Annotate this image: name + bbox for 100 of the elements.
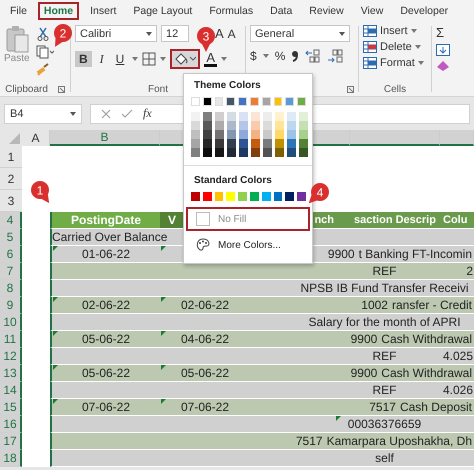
row-number[interactable]: 5 <box>0 229 22 246</box>
row-number[interactable]: 2 <box>0 168 22 190</box>
ribbon-tab[interactable]: Developer <box>394 2 454 20</box>
color-swatch[interactable] <box>191 139 200 148</box>
row-number[interactable]: 17 <box>0 433 22 450</box>
color-swatch[interactable] <box>285 97 294 106</box>
percent-button[interactable]: % <box>274 49 286 63</box>
row-number[interactable]: 16 <box>0 416 22 433</box>
column-header[interactable]: B <box>50 130 160 146</box>
font-size-field[interactable]: 12 <box>161 25 189 42</box>
comma-style-icon[interactable] <box>291 50 300 62</box>
color-swatch[interactable] <box>191 97 200 106</box>
copy-icon[interactable] <box>36 45 54 59</box>
color-swatch[interactable] <box>263 148 272 157</box>
color-swatch[interactable] <box>203 130 212 139</box>
color-swatch[interactable] <box>215 121 224 130</box>
color-swatch[interactable] <box>226 97 236 106</box>
color-swatch[interactable] <box>203 148 212 157</box>
color-swatch[interactable] <box>275 139 284 148</box>
underline-button[interactable]: U <box>112 51 128 67</box>
color-swatch[interactable] <box>202 192 212 201</box>
dialog-launcher-icon[interactable] <box>58 86 65 92</box>
color-swatch[interactable] <box>299 130 308 139</box>
color-swatch[interactable] <box>239 130 248 139</box>
color-swatch[interactable] <box>263 130 272 139</box>
color-swatch[interactable] <box>287 148 296 157</box>
more-colors-menu-item[interactable]: More Colors... <box>186 233 310 257</box>
color-swatch[interactable] <box>250 97 259 106</box>
color-swatch[interactable] <box>227 148 236 157</box>
color-swatch[interactable] <box>215 112 224 121</box>
color-swatch[interactable] <box>227 139 236 148</box>
grow-font-button[interactable]: A <box>215 26 224 41</box>
color-swatch[interactable] <box>251 139 260 148</box>
color-swatch[interactable] <box>263 139 272 148</box>
row-number[interactable]: 8 <box>0 280 22 297</box>
column-header[interactable] <box>440 130 474 146</box>
color-swatch[interactable] <box>191 112 200 121</box>
color-swatch[interactable] <box>227 130 236 139</box>
borders-icon[interactable] <box>142 52 156 66</box>
row-number[interactable]: 10 <box>0 314 22 331</box>
column-header[interactable] <box>350 130 440 146</box>
scissors-icon[interactable] <box>36 27 50 41</box>
color-swatch[interactable] <box>299 139 308 148</box>
color-swatch[interactable] <box>239 121 248 130</box>
row-number[interactable]: 14 <box>0 382 22 399</box>
cells-menu-button[interactable]: Delete <box>363 41 421 53</box>
color-swatch[interactable] <box>275 121 284 130</box>
row-number[interactable]: 15 <box>0 399 22 416</box>
color-swatch[interactable] <box>262 192 271 201</box>
color-swatch[interactable] <box>215 148 224 157</box>
decrease-decimal-icon[interactable] <box>327 49 344 63</box>
italic-button[interactable]: I <box>96 50 108 68</box>
ribbon-tab[interactable]: View <box>354 2 390 20</box>
row-number[interactable]: 13 <box>0 365 22 382</box>
row-number[interactable]: 18 <box>0 450 22 467</box>
color-swatch[interactable] <box>250 192 259 201</box>
ribbon-tab[interactable]: Page Layout <box>127 2 198 20</box>
shrink-font-button[interactable]: A <box>228 26 236 40</box>
ribbon-tab[interactable]: Home <box>38 2 80 20</box>
row-number[interactable]: 12 <box>0 348 22 365</box>
eraser-icon[interactable] <box>436 60 450 72</box>
color-swatch[interactable] <box>191 192 200 201</box>
color-swatch[interactable] <box>191 121 200 130</box>
row-number[interactable]: 11 <box>0 331 22 348</box>
font-name-field[interactable]: Calibri <box>75 25 157 42</box>
color-swatch[interactable] <box>214 97 224 106</box>
color-swatch[interactable] <box>287 130 296 139</box>
color-swatch[interactable] <box>239 148 248 157</box>
ribbon-tab[interactable]: Data <box>264 2 298 20</box>
color-swatch[interactable] <box>215 139 224 148</box>
color-swatch[interactable] <box>203 139 212 148</box>
color-swatch[interactable] <box>227 121 236 130</box>
color-swatch[interactable] <box>287 139 296 148</box>
color-swatch[interactable] <box>226 192 236 201</box>
row-number[interactable]: 7 <box>0 263 22 280</box>
color-swatch[interactable] <box>191 148 200 157</box>
color-swatch[interactable] <box>238 192 247 201</box>
color-swatch[interactable] <box>251 121 260 130</box>
color-swatch[interactable] <box>287 121 296 130</box>
currency-button[interactable]: $ <box>250 49 257 63</box>
color-swatch[interactable] <box>227 112 236 121</box>
name-box[interactable]: B4 <box>4 104 82 124</box>
color-swatch[interactable] <box>239 139 248 148</box>
format-painter-icon[interactable] <box>36 63 50 77</box>
color-swatch[interactable] <box>285 192 294 201</box>
row-number[interactable]: 3 <box>0 190 22 212</box>
fill-down-icon[interactable] <box>436 44 450 56</box>
row-number[interactable]: 1 <box>0 146 22 168</box>
bold-button[interactable]: B <box>75 51 92 67</box>
color-swatch[interactable] <box>251 148 260 157</box>
ribbon-tab[interactable]: Review <box>303 2 350 20</box>
ribbon-tab[interactable]: Insert <box>84 2 122 20</box>
color-swatch[interactable] <box>191 130 200 139</box>
color-swatch[interactable] <box>263 121 272 130</box>
color-swatch[interactable] <box>202 97 212 106</box>
check-icon[interactable] <box>121 108 133 118</box>
autosum-button[interactable]: Σ <box>436 25 444 40</box>
color-swatch[interactable] <box>299 121 308 130</box>
color-swatch[interactable] <box>299 112 308 121</box>
insert-function-button[interactable]: fx <box>143 106 152 121</box>
